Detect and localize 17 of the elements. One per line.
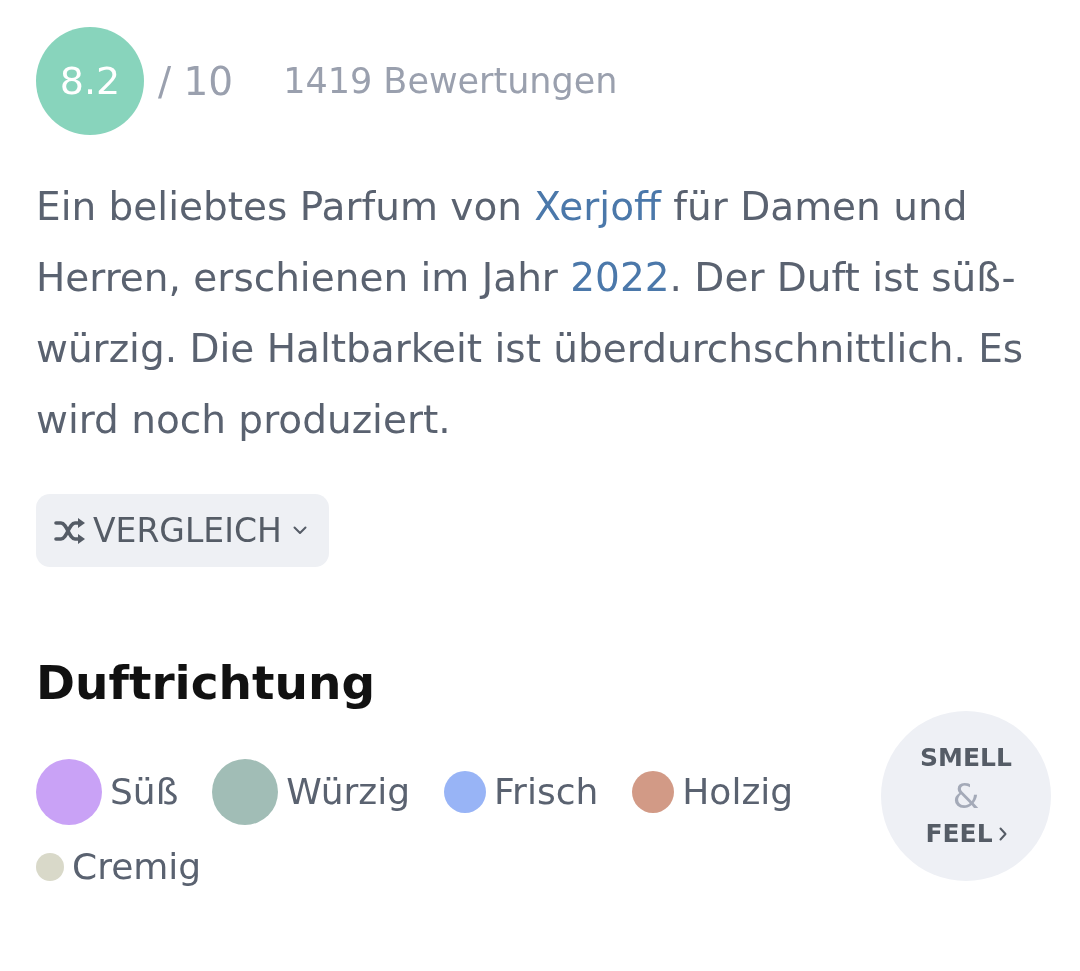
score-scale: / 10	[158, 58, 234, 104]
accord-label: Cremig	[72, 846, 202, 887]
accord-label: Süß	[110, 771, 179, 812]
shuffle-icon	[54, 517, 86, 544]
rating-count: 1419 Bewertungen	[283, 61, 618, 101]
accord-label: Würzig	[286, 771, 411, 812]
chevron-right-icon	[998, 827, 1007, 841]
score-badge: 8.2	[36, 27, 144, 135]
chevron-down-icon	[292, 526, 307, 535]
accord-label: Frisch	[494, 771, 599, 812]
description-text: Ein beliebtes Parfum von Xerjoff für Damen und Herren, erschienen im Jahr 2022. Der Duft ist süß-würzig. Die Haltbarkeit ist überdurchschnittlich. Es wird noch produziert.	[36, 183, 1025, 444]
text-link[interactable]: 2022	[570, 255, 670, 300]
smell-feel-button[interactable]: SMELL & FEEL	[881, 711, 1051, 881]
text-link[interactable]: Xerjoff	[534, 184, 661, 229]
section-heading: Duftrichtung	[36, 655, 377, 711]
accord-label: Holzig	[682, 771, 794, 812]
compare-button[interactable]: VERGLEICH	[36, 494, 329, 567]
